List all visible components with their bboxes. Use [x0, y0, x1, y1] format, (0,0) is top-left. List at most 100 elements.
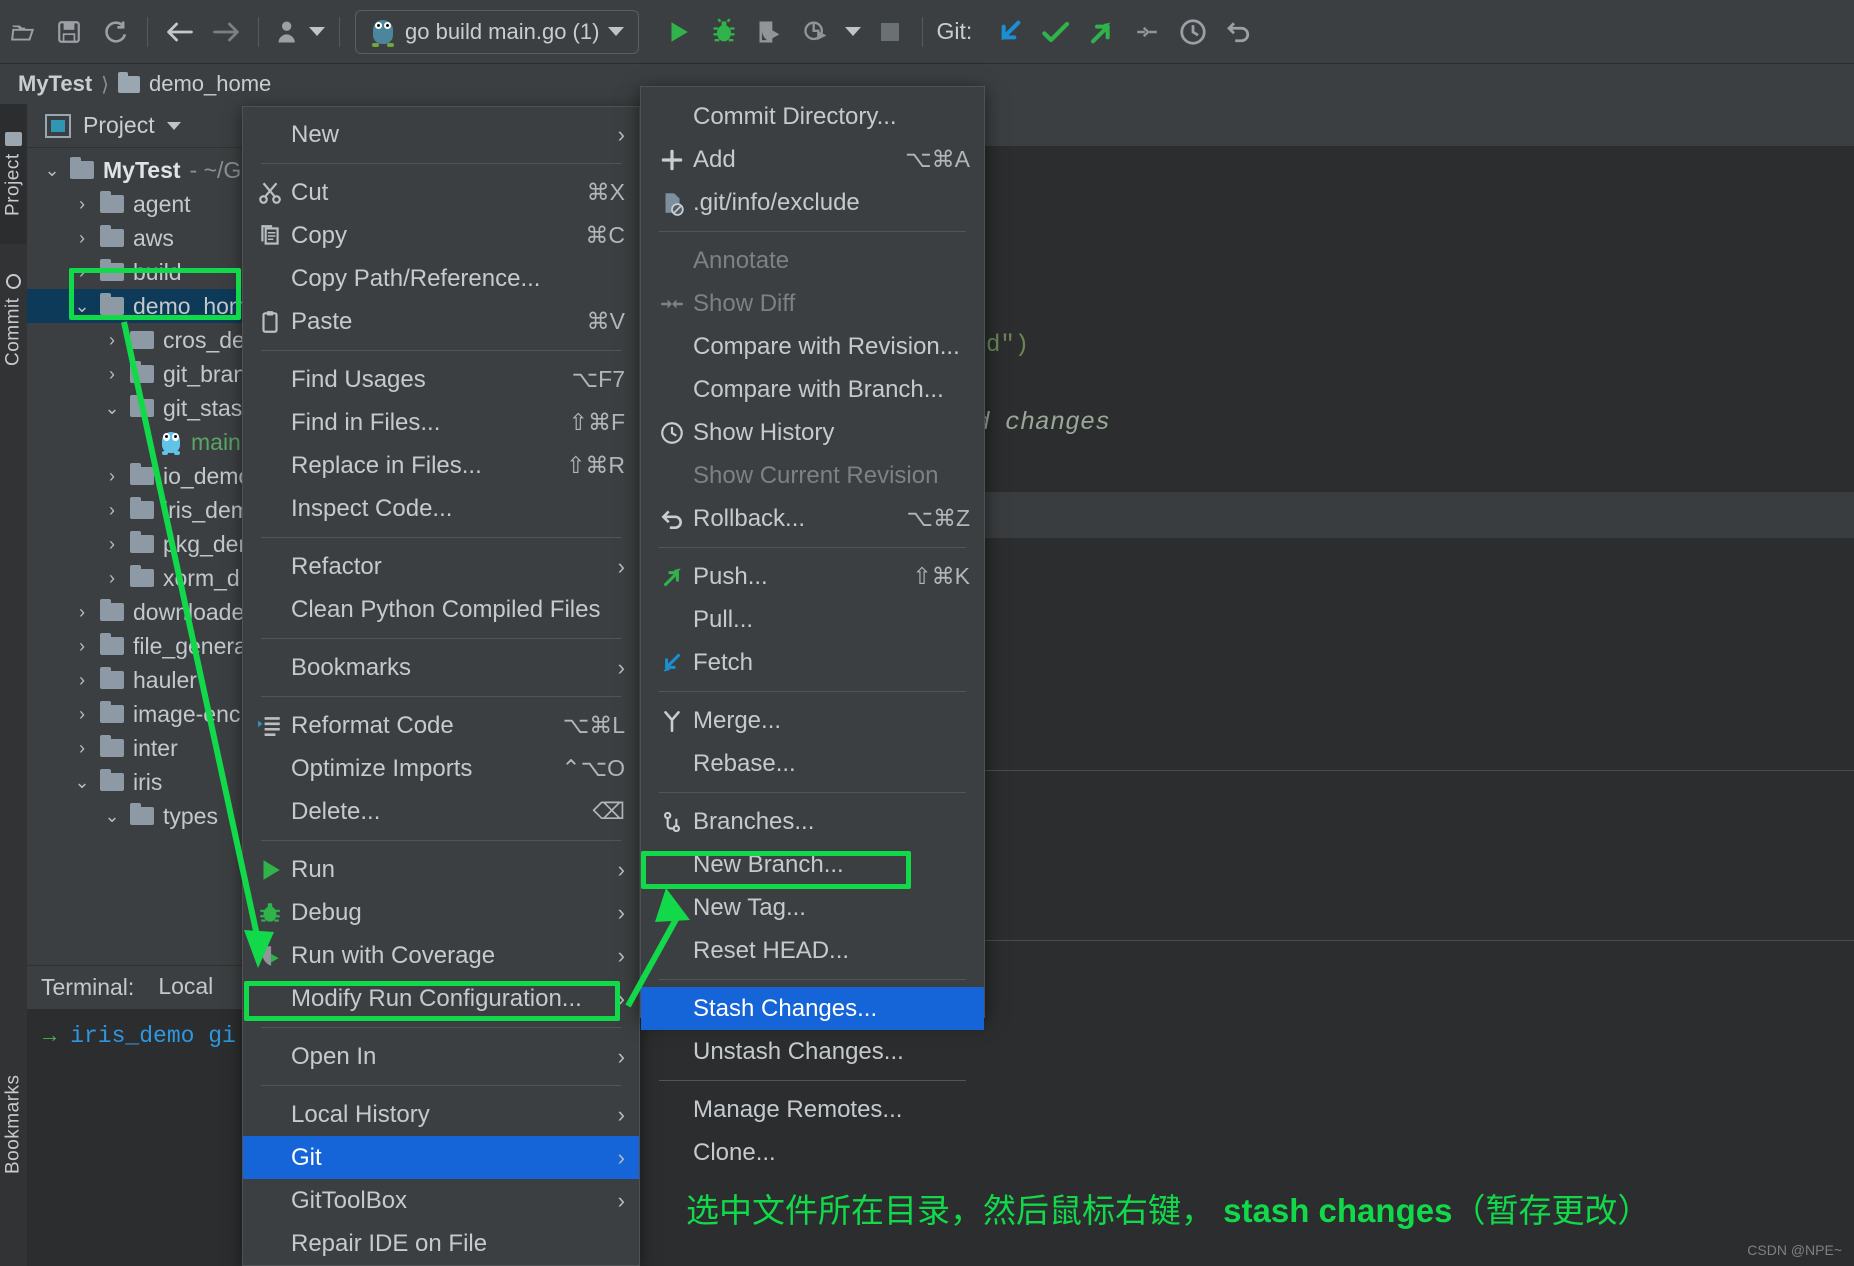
chevron-right-icon[interactable]: › [103, 535, 121, 553]
chevron-down-icon[interactable] [308, 27, 325, 36]
menu-item-bookmarks[interactable]: Bookmarks › [243, 646, 639, 689]
folder-icon [100, 191, 124, 213]
menu-item-rollback[interactable]: Rollback... ⌥⌘Z [641, 497, 984, 540]
menu-item-gittoolbox[interactable]: GitToolBox › [243, 1179, 639, 1222]
chevron-down-icon[interactable]: ⌄ [103, 399, 121, 417]
menu-item-run[interactable]: Run › [243, 848, 639, 891]
chevron-right-icon[interactable]: › [73, 603, 91, 621]
save-icon[interactable] [46, 9, 92, 55]
chevron-down-icon[interactable]: ⌄ [43, 161, 61, 179]
breadcrumb-folder[interactable]: demo_home [149, 71, 271, 97]
menu-item-reset-head[interactable]: Reset HEAD... [641, 929, 984, 972]
menu-item-merge[interactable]: Merge... [641, 699, 984, 742]
menu-item-commit-directory[interactable]: Commit Directory... [641, 95, 984, 138]
menu-item-open-in[interactable]: Open In › [243, 1035, 639, 1078]
chevron-right-icon[interactable]: › [103, 365, 121, 383]
menu-item-debug[interactable]: Debug › [243, 891, 639, 934]
folder-icon [130, 361, 154, 383]
chevron-down-icon[interactable] [839, 9, 867, 55]
chevron-right-icon[interactable]: › [103, 331, 121, 349]
chevron-right-icon[interactable]: › [103, 501, 121, 519]
menu-item-local-history[interactable]: Local History › [243, 1093, 639, 1136]
chevron-right-icon[interactable]: › [73, 263, 91, 281]
menu-item-stash-changes[interactable]: Stash Changes... [641, 987, 984, 1030]
menu-item-rebase[interactable]: Rebase... [641, 742, 984, 785]
menu-item-unstash-changes[interactable]: Unstash Changes... [641, 1030, 984, 1073]
stop-button[interactable] [867, 9, 913, 55]
chevron-right-icon[interactable]: › [73, 739, 91, 757]
profile-button[interactable] [793, 9, 839, 55]
menu-item-pull[interactable]: Pull... [641, 598, 984, 641]
menu-item-clean-python-compiled-files[interactable]: Clean Python Compiled Files [243, 588, 639, 631]
sidebar-item-bookmarks[interactable]: Bookmarks [0, 1044, 27, 1204]
menu-item-delete[interactable]: Delete... ⌫ [243, 790, 639, 833]
chevron-right-icon[interactable]: › [103, 467, 121, 485]
menu-item-find-in-files[interactable]: Find in Files... ⇧⌘F [243, 401, 639, 444]
menu-item-paste[interactable]: Paste ⌘V [243, 300, 639, 343]
menu-item-show-history[interactable]: Show History [641, 411, 984, 454]
menu-item-modify-run-configuration[interactable]: Modify Run Configuration... › [243, 977, 639, 1020]
forward-arrow-icon[interactable] [203, 9, 249, 55]
run-with-coverage-button[interactable] [747, 9, 793, 55]
menu-item-branches[interactable]: Branches... [641, 800, 984, 843]
chevron-right-icon[interactable]: › [73, 705, 91, 723]
menu-item-copy[interactable]: Copy ⌘C [243, 214, 639, 257]
menu-item-compare-with-branch[interactable]: Compare with Branch... [641, 368, 984, 411]
sidebar-item-commit[interactable]: Commit [0, 252, 27, 388]
profiler-icon[interactable] [268, 9, 330, 55]
menu-item-manage-remotes[interactable]: Manage Remotes... [641, 1088, 984, 1131]
menu-item-git[interactable]: Git › [243, 1136, 639, 1179]
chevron-right-icon: › [617, 121, 625, 147]
menu-item-compare-with-revision[interactable]: Compare with Revision... [641, 325, 984, 368]
menu-item-refactor[interactable]: Refactor › [243, 545, 639, 588]
tree-item-label: downloade [133, 598, 245, 625]
folder-icon [100, 633, 124, 655]
undo-icon[interactable] [1216, 9, 1262, 55]
sync-icon[interactable] [92, 9, 138, 55]
menu-item-fetch[interactable]: Fetch [641, 641, 984, 684]
chevron-down-icon[interactable]: ⌄ [73, 773, 91, 791]
menu-item-find-usages[interactable]: Find Usages ⌥F7 [243, 358, 639, 401]
menu-item-replace-in-files[interactable]: Replace in Files... ⇧⌘R [243, 444, 639, 487]
sidebar-item-project[interactable]: Project [0, 104, 27, 244]
menu-item-new-branch[interactable]: New Branch... [641, 843, 984, 886]
recent-files-icon[interactable] [1170, 9, 1216, 55]
chevron-down-icon[interactable]: ⌄ [73, 297, 91, 315]
menu-item-label: .git/info/exclude [693, 188, 860, 216]
menu-item-copy-path-reference[interactable]: Copy Path/Reference... [243, 257, 639, 300]
chevron-right-icon[interactable]: › [73, 671, 91, 689]
back-arrow-icon[interactable] [157, 9, 203, 55]
menu-item-new[interactable]: New › [243, 113, 639, 156]
git-rebase-icon[interactable] [1124, 9, 1170, 55]
chevron-down-icon[interactable] [166, 121, 181, 130]
menu-item-repair-ide-on-file[interactable]: Repair IDE on File [243, 1222, 639, 1265]
menu-item-run-with-coverage[interactable]: Run with Coverage › [243, 934, 639, 977]
terminal-tab-local[interactable]: Local [158, 973, 213, 1002]
open-folder-icon[interactable] [0, 9, 46, 55]
debug-button[interactable] [701, 9, 747, 55]
git-update-project-icon[interactable] [986, 9, 1032, 55]
menu-item-new-tag[interactable]: New Tag... [641, 886, 984, 929]
menu-item-push[interactable]: Push... ⇧⌘K [641, 555, 984, 598]
chevron-right-icon[interactable]: › [73, 637, 91, 655]
run-configuration-selector[interactable]: go build main.go (1) [355, 9, 640, 54]
git-commit-icon[interactable] [1032, 9, 1078, 55]
project-panel-title: Project [83, 112, 155, 138]
menu-item-cut[interactable]: Cut ⌘X [243, 171, 639, 214]
menu-item-reformat-code[interactable]: Reformat Code ⌥⌘L [243, 704, 639, 747]
menu-item-add[interactable]: Add ⌥⌘A [641, 138, 984, 181]
menu-item-label: Reset HEAD... [693, 936, 850, 964]
tree-item-label: git_stas [163, 394, 243, 421]
run-button[interactable] [655, 9, 701, 55]
chevron-down-icon[interactable]: ⌄ [103, 807, 121, 825]
breadcrumb-project[interactable]: MyTest [18, 71, 92, 97]
menu-item-git-info-exclude[interactable]: .git/info/exclude [641, 181, 984, 224]
git-push-icon[interactable] [1078, 9, 1124, 55]
menu-item-inspect-code[interactable]: Inspect Code... [243, 487, 639, 530]
chevron-right-icon[interactable]: › [103, 569, 121, 587]
chevron-right-icon[interactable]: › [73, 229, 91, 247]
chevron-right-icon[interactable]: › [73, 195, 91, 213]
menu-item-clone[interactable]: Clone... [641, 1131, 984, 1174]
chevron-down-icon[interactable] [608, 27, 625, 36]
menu-item-optimize-imports[interactable]: Optimize Imports ⌃⌥O [243, 747, 639, 790]
